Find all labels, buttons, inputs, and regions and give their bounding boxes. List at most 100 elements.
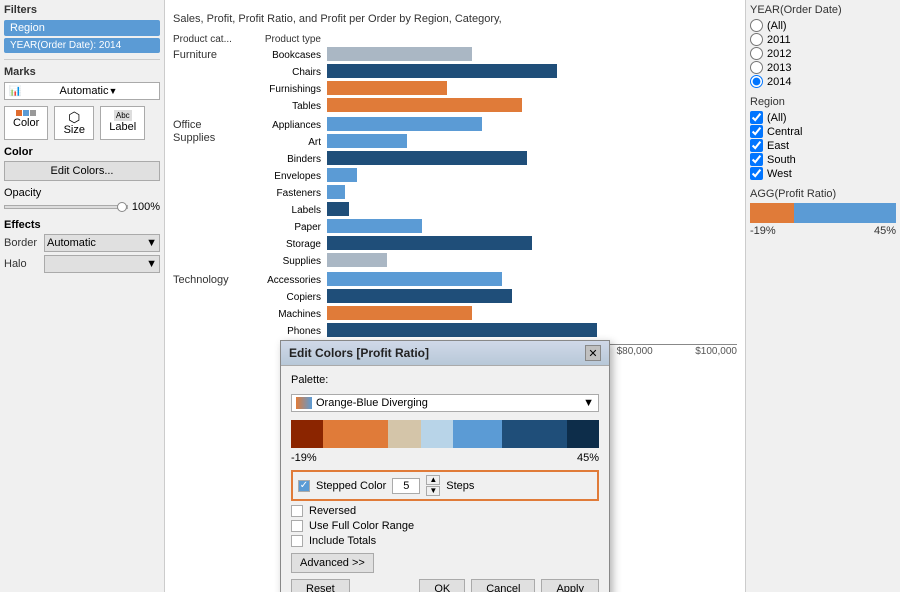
step-down[interactable]: ▼ xyxy=(426,486,440,496)
bar-chairs xyxy=(327,64,557,78)
dialog-bottom-buttons: Reset OK Cancel Apply xyxy=(291,579,599,592)
chart-title: Sales, Profit, Profit Ratio, and Profit … xyxy=(173,8,737,26)
cs-dark-blue xyxy=(502,420,567,448)
step-up[interactable]: ▲ xyxy=(426,475,440,485)
year-radio-2011-input[interactable] xyxy=(750,33,763,46)
region-west[interactable]: West xyxy=(750,167,896,180)
label-button[interactable]: Abc Label xyxy=(100,106,145,140)
color-button[interactable]: Color xyxy=(4,106,48,140)
halo-arrow: ▼ xyxy=(146,258,157,270)
bar-labels xyxy=(327,202,349,216)
region-east[interactable]: East xyxy=(750,139,896,152)
marks-dropdown-arrow: ▼ xyxy=(108,86,155,96)
region-all-checkbox[interactable] xyxy=(750,111,763,124)
product-label: Furnishings xyxy=(235,84,325,95)
bar-td xyxy=(325,219,737,236)
opacity-slider[interactable] xyxy=(4,205,128,209)
region-central-checkbox[interactable] xyxy=(750,125,763,138)
chart-area: Sales, Profit, Profit Ratio, and Profit … xyxy=(165,0,745,592)
cs-light-blue xyxy=(421,420,453,448)
dialog-close-button[interactable]: ✕ xyxy=(585,345,601,361)
filter-region[interactable]: Region xyxy=(4,20,160,36)
region-all-label: (All) xyxy=(767,112,787,124)
table-row: Phones xyxy=(235,323,737,340)
table-row: Machines xyxy=(235,306,737,323)
product-label: Appliances xyxy=(235,120,325,131)
right-panel: YEAR(Order Date) (All) 2011 2012 2013 20… xyxy=(745,0,900,592)
year-radio-2013-input[interactable] xyxy=(750,61,763,74)
cancel-button[interactable]: Cancel xyxy=(471,579,535,592)
marks-icons-row: Color ⬡ Size Abc Label xyxy=(4,106,160,140)
agg-title: AGG(Profit Ratio) xyxy=(750,188,896,200)
steps-input[interactable] xyxy=(392,478,420,494)
bar-td xyxy=(325,134,737,151)
step-spinners[interactable]: ▲ ▼ xyxy=(426,475,440,496)
opacity-section: Opacity 100% xyxy=(4,187,160,213)
apply-button[interactable]: Apply xyxy=(541,579,599,592)
product-label: Art xyxy=(235,137,325,148)
full-color-label: Use Full Color Range xyxy=(309,520,414,532)
check-mark: ✓ xyxy=(300,480,308,491)
year-radio-2011[interactable]: 2011 xyxy=(750,33,896,46)
divider1 xyxy=(4,59,160,60)
region-title: Region xyxy=(750,96,896,108)
region-east-checkbox[interactable] xyxy=(750,139,763,152)
technology-bars: Accessories Copiers Machines xyxy=(235,272,737,340)
size-button[interactable]: ⬡ Size xyxy=(54,106,94,140)
table-row: Furnishings xyxy=(235,81,737,98)
border-label: Border xyxy=(4,237,40,249)
opacity-thumb[interactable] xyxy=(117,202,127,212)
marks-dropdown[interactable]: 📊 Automatic ▼ xyxy=(4,82,160,100)
year-2011-label: 2011 xyxy=(767,34,791,46)
region-south[interactable]: South xyxy=(750,153,896,166)
cs-navy xyxy=(567,420,599,448)
region-central[interactable]: Central xyxy=(750,125,896,138)
region-west-checkbox[interactable] xyxy=(750,167,763,180)
bar-furnishings xyxy=(327,81,447,95)
palette-select[interactable]: Orange-Blue Diverging ▼ xyxy=(291,394,599,412)
bar-binders xyxy=(327,151,527,165)
year-radio-2012[interactable]: 2012 xyxy=(750,47,896,60)
region-south-checkbox[interactable] xyxy=(750,153,763,166)
full-color-row: Use Full Color Range xyxy=(291,520,599,532)
office-supplies-label: OfficeSupplies xyxy=(173,117,235,145)
ok-button[interactable]: OK xyxy=(419,579,465,592)
x-tick-4: $80,000 xyxy=(617,346,653,357)
table-row: Supplies xyxy=(235,253,737,270)
cs-mid-blue xyxy=(453,420,502,448)
halo-select[interactable]: ▼ xyxy=(44,255,160,273)
table-row: Appliances xyxy=(235,117,737,134)
stepped-checkbox[interactable]: ✓ xyxy=(298,480,310,492)
include-totals-checkbox[interactable] xyxy=(291,535,303,547)
bar-envelopes xyxy=(327,168,357,182)
border-select[interactable]: Automatic ▼ xyxy=(44,234,160,252)
stepped-color-row: ✓ Stepped Color ▲ ▼ Steps xyxy=(291,470,599,501)
reset-button[interactable]: Reset xyxy=(291,579,350,592)
bar-td xyxy=(325,47,737,64)
strip-min: -19% xyxy=(291,452,317,464)
edit-colors-button[interactable]: Edit Colors... xyxy=(4,161,160,181)
region-south-label: South xyxy=(767,154,796,166)
year-radio-all[interactable]: (All) xyxy=(750,19,896,32)
table-row: Chairs xyxy=(235,64,737,81)
year-radio-all-input[interactable] xyxy=(750,19,763,32)
furniture-group: Furniture Bookcases Chairs xyxy=(173,47,737,115)
label-icon: Abc xyxy=(114,110,132,121)
border-value: Automatic xyxy=(47,237,96,249)
region-all[interactable]: (All) xyxy=(750,111,896,124)
color-swatch-gray xyxy=(30,110,36,116)
year-radio-2014-input[interactable] xyxy=(750,75,763,88)
year-radio-2013[interactable]: 2013 xyxy=(750,61,896,74)
product-label: Labels xyxy=(235,205,325,216)
bar-td xyxy=(325,185,737,202)
full-color-checkbox[interactable] xyxy=(291,520,303,532)
reversed-checkbox[interactable] xyxy=(291,505,303,517)
product-label: Bookcases xyxy=(235,50,325,61)
color-swatch-orange xyxy=(16,110,22,116)
year-radio-2012-input[interactable] xyxy=(750,47,763,60)
filter-year[interactable]: YEAR(Order Date): 2014 xyxy=(4,38,160,53)
product-label: Paper xyxy=(235,222,325,233)
product-label: Machines xyxy=(235,309,325,320)
year-radio-2014[interactable]: 2014 xyxy=(750,75,896,88)
advanced-button[interactable]: Advanced >> xyxy=(291,553,374,573)
